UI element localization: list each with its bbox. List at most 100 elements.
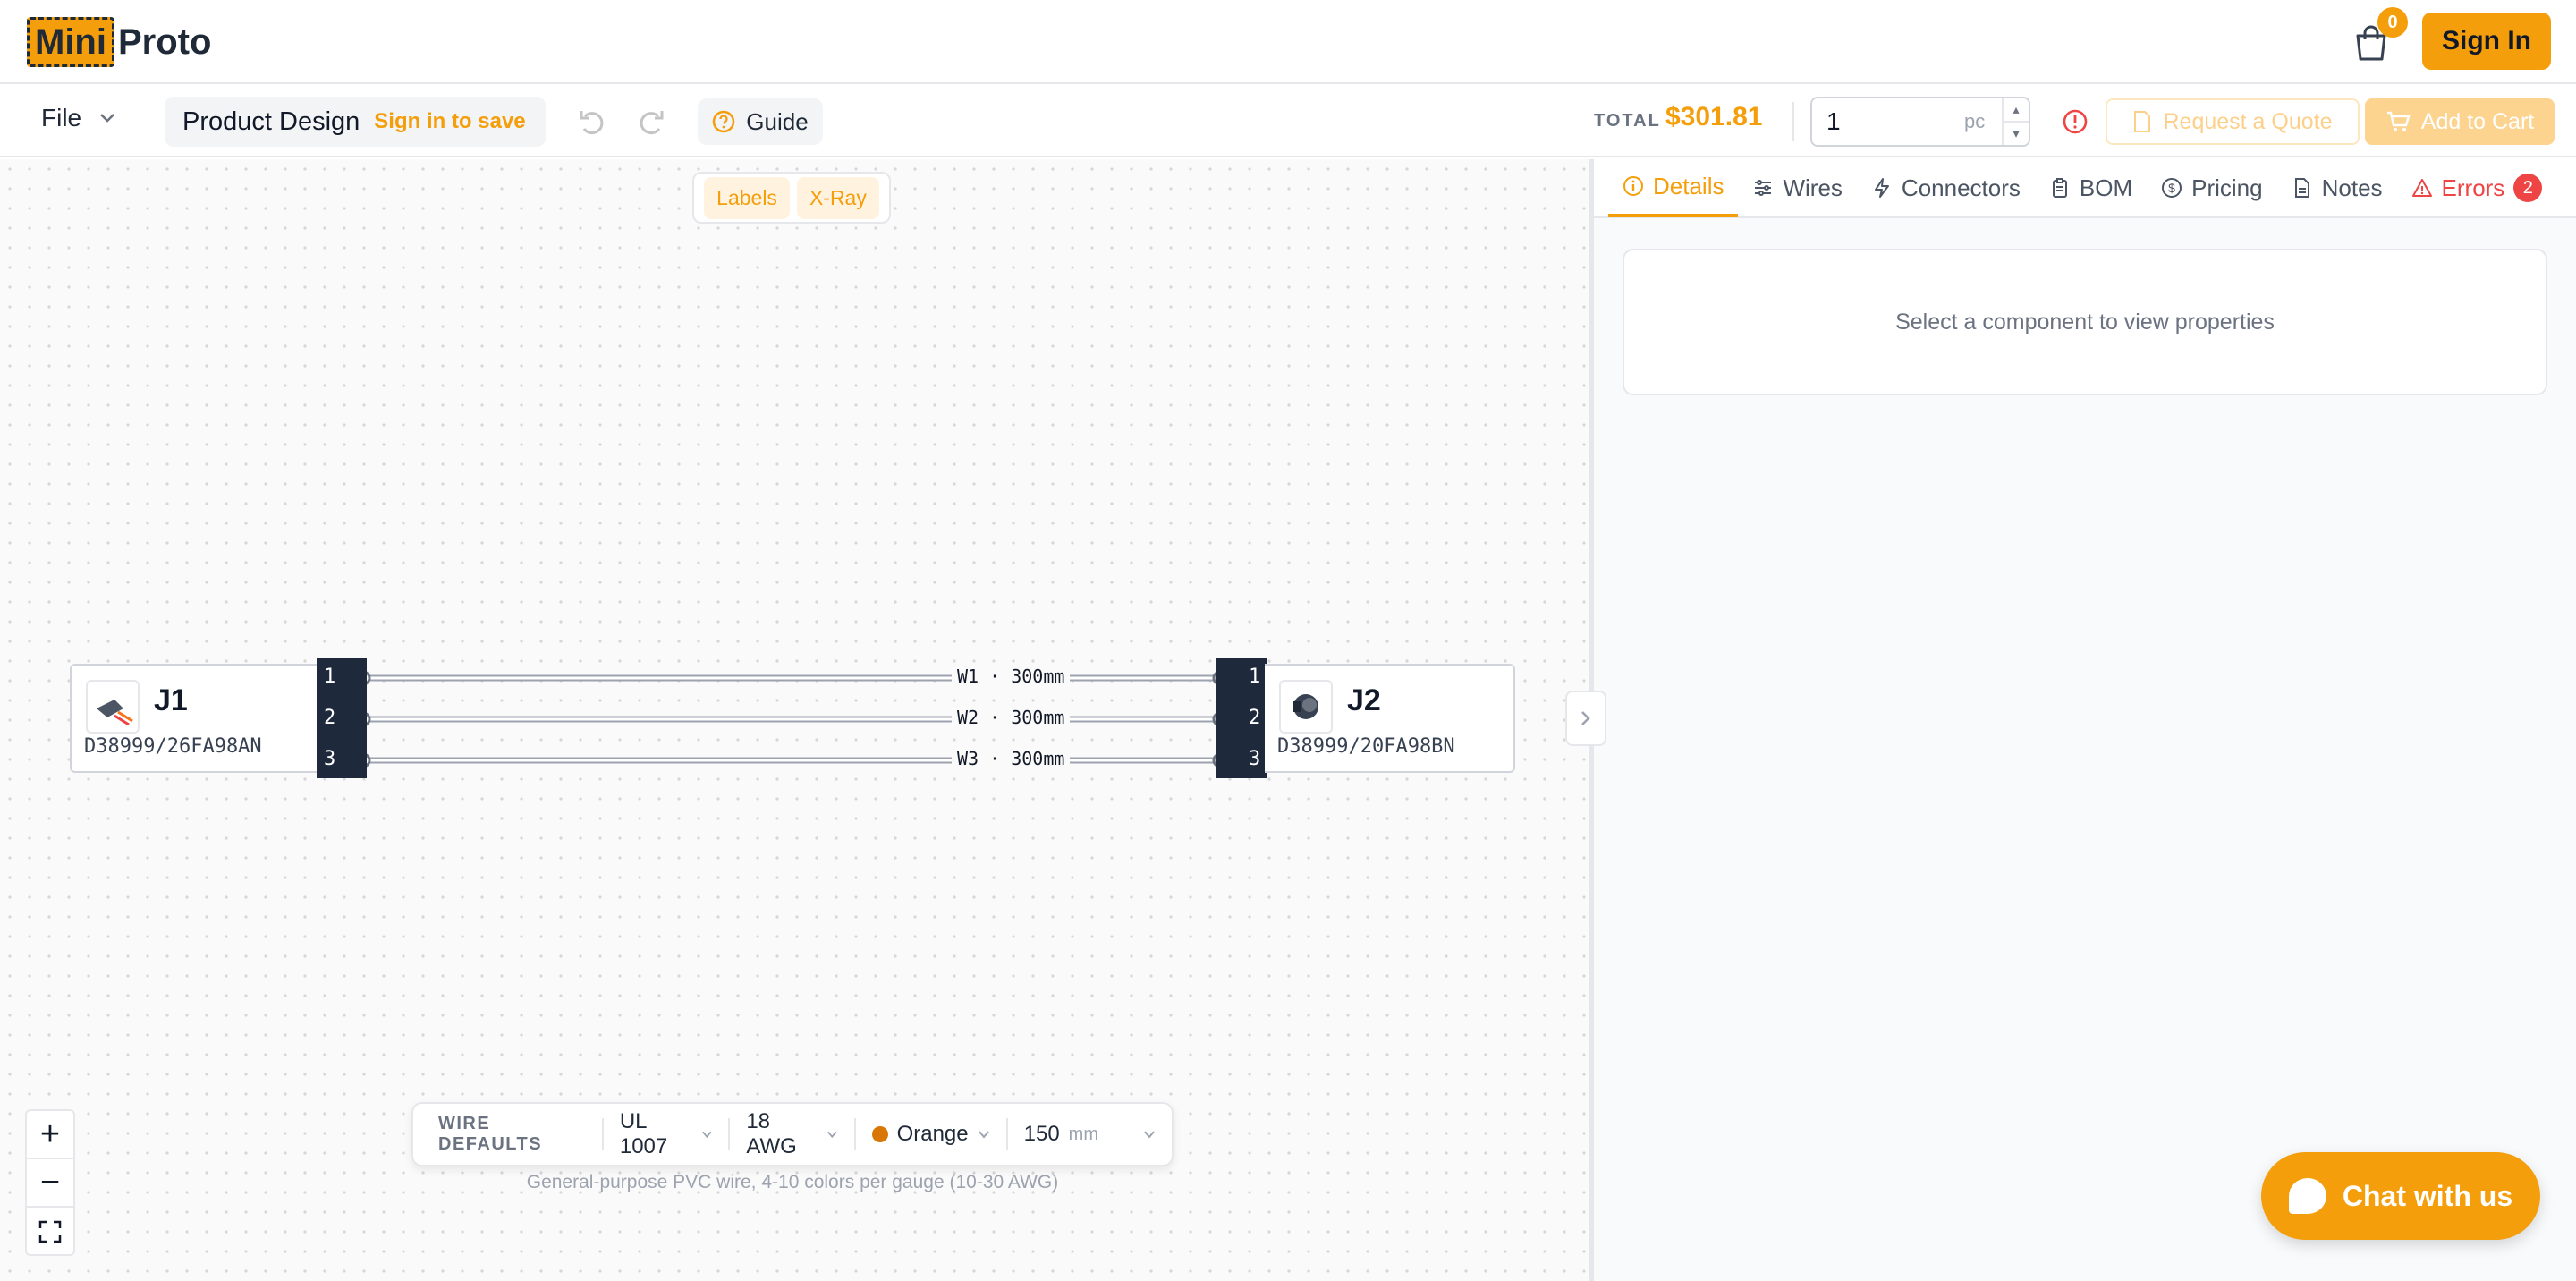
miniproto-logo[interactable]: Mini Proto	[27, 16, 211, 68]
tab-notes[interactable]: Notes	[2277, 158, 2397, 217]
pin-number[interactable]: 3	[1249, 748, 1260, 770]
total-label: TOTAL	[1594, 111, 1661, 131]
file-menu[interactable]: File	[41, 104, 115, 132]
dollar-icon: $	[2162, 178, 2182, 198]
tab-pricing-label: Pricing	[2191, 174, 2263, 201]
redo-icon[interactable]	[635, 106, 667, 138]
quantity-stepper-arrows[interactable]: ▴ ▾	[2002, 98, 2029, 145]
wire-gauge-select[interactable]: 18 AWG	[728, 1109, 853, 1158]
clipboard-icon	[2052, 178, 2067, 198]
logo-proto-text: Proto	[117, 21, 212, 62]
panel-toggle-button[interactable]	[1565, 691, 1606, 746]
top-header: Mini Proto 0 Sign In	[0, 0, 2576, 84]
guide-button[interactable]: Guide	[698, 98, 823, 145]
wire-label-w3[interactable]: W3 · 300mm	[952, 748, 1071, 769]
project-name-box[interactable]: Product Design Sign in to save	[165, 97, 546, 147]
quantity-input[interactable]	[1826, 107, 1961, 136]
zoom-out-icon[interactable]: −	[27, 1159, 73, 1208]
pin-number[interactable]: 1	[324, 666, 335, 688]
wire-length-unit: mm	[1068, 1124, 1098, 1144]
quantity-stepper[interactable]: pc ▴ ▾	[1810, 97, 2030, 147]
empty-state-message: Select a component to view properties	[1895, 309, 2275, 335]
wire-type-select[interactable]: UL 1007	[601, 1109, 728, 1158]
design-toolbar: File Product Design Sign in to save Guid…	[0, 86, 2576, 157]
chevron-down-icon	[978, 1131, 989, 1139]
document-icon	[2294, 178, 2309, 198]
fit-view-icon[interactable]	[27, 1208, 73, 1256]
wire-length-select[interactable]: 150 mm	[1005, 1118, 1172, 1150]
project-title[interactable]: Product Design	[182, 107, 360, 137]
svg-text:$: $	[2168, 181, 2175, 195]
toolbar-divider	[1792, 102, 1794, 141]
tab-notes-label: Notes	[2321, 174, 2383, 201]
tab-connectors[interactable]: Connectors	[1857, 158, 2035, 217]
connector-thumbnail	[1279, 680, 1333, 734]
connector-j2-pinstrip: 1 2 3	[1216, 658, 1267, 778]
connector-image-icon	[97, 700, 133, 726]
add-to-cart-label: Add to Cart	[2420, 108, 2535, 134]
total-price: $301.81	[1665, 102, 1763, 131]
tab-wires[interactable]: Wires	[1738, 158, 1856, 217]
bolt-icon	[1874, 178, 1889, 198]
sign-in-button[interactable]: Sign In	[2422, 13, 2551, 70]
tab-bom[interactable]: BOM	[2035, 158, 2147, 217]
wire-label-w1[interactable]: W1 · 300mm	[952, 666, 1071, 687]
wire-color-value: Orange	[896, 1122, 969, 1146]
chevron-down-icon	[100, 114, 115, 123]
error-count-badge: 2	[2513, 174, 2543, 202]
connector-part-number: D38999/26FA98AN	[84, 735, 262, 758]
tab-wires-label: Wires	[1783, 174, 1843, 201]
document-icon	[2134, 111, 2151, 132]
info-icon	[1623, 176, 1643, 196]
chat-label: Chat with us	[2342, 1179, 2513, 1212]
logo-mini-text: Mini	[27, 17, 114, 67]
chevron-down-icon	[1144, 1131, 1155, 1139]
wire-label-w2[interactable]: W2 · 300mm	[952, 707, 1071, 728]
tab-details-label: Details	[1653, 172, 1724, 199]
request-quote-button[interactable]: Request a Quote	[2106, 98, 2360, 145]
chevron-right-icon	[1581, 711, 1590, 725]
wire-type-value: UL 1007	[619, 1109, 668, 1158]
sliders-icon	[1755, 180, 1772, 196]
undo-icon[interactable]	[576, 106, 608, 138]
wire-description: General-purpose PVC wire, 4-10 colors pe…	[526, 1172, 1059, 1192]
request-quote-label: Request a Quote	[2163, 108, 2333, 134]
sign-in-to-save-link[interactable]: Sign in to save	[374, 109, 525, 134]
connector-image-icon	[1293, 694, 1318, 719]
connector-thumbnail	[86, 680, 140, 734]
connector-j2[interactable]: J2 D38999/20FA98BN	[1265, 664, 1515, 773]
connector-name: J2	[1347, 683, 1381, 717]
pin-number[interactable]: 1	[1249, 666, 1260, 688]
pin-number[interactable]: 2	[324, 707, 335, 729]
wire-defaults-bar: WIRE DEFAULTS UL 1007 18 AWG Orange 150 …	[411, 1102, 1174, 1166]
file-menu-label: File	[41, 104, 82, 131]
tab-bom-label: BOM	[2079, 174, 2133, 201]
question-circle-icon	[713, 110, 735, 133]
alert-circle-icon[interactable]	[2061, 107, 2089, 136]
chevron-down-icon	[827, 1131, 837, 1139]
wire-defaults-label: WIRE DEFAULTS	[438, 1114, 543, 1154]
quantity-unit: pc	[1964, 110, 1986, 132]
tab-pricing[interactable]: $ Pricing	[2147, 158, 2276, 217]
design-canvas[interactable]: Labels X-Ray W1 · 300mm W2 · 300mm W3 · …	[0, 159, 1589, 1281]
panel-tabs: Details Wires Connectors BOM $ Pricing N…	[1594, 159, 2576, 218]
quantity-decrement-icon[interactable]: ▾	[2004, 123, 2029, 145]
connector-name: J1	[154, 683, 188, 717]
pin-number[interactable]: 3	[324, 748, 335, 770]
tab-errors-label: Errors	[2441, 174, 2505, 201]
tab-details[interactable]: Details	[1608, 158, 1739, 217]
cart-icon	[2386, 111, 2411, 131]
tab-errors[interactable]: Errors 2	[2397, 158, 2557, 217]
tab-connectors-label: Connectors	[1901, 174, 2021, 201]
chat-with-us-button[interactable]: Chat with us	[2261, 1152, 2540, 1240]
wire-length-value[interactable]: 150	[1024, 1122, 1060, 1147]
wire-gauge-value: 18 AWG	[746, 1109, 797, 1158]
pin-number[interactable]: 2	[1249, 707, 1260, 729]
wire-color-select[interactable]: Orange	[853, 1118, 1006, 1150]
zoom-in-icon[interactable]: +	[27, 1111, 73, 1159]
chat-bubble-icon	[2288, 1178, 2326, 1214]
empty-state-card: Select a component to view properties	[1623, 249, 2547, 395]
add-to-cart-button[interactable]: Add to Cart	[2365, 98, 2555, 145]
quantity-increment-icon[interactable]: ▴	[2004, 98, 2029, 123]
properties-panel: Details Wires Connectors BOM $ Pricing N…	[1594, 159, 2576, 1281]
